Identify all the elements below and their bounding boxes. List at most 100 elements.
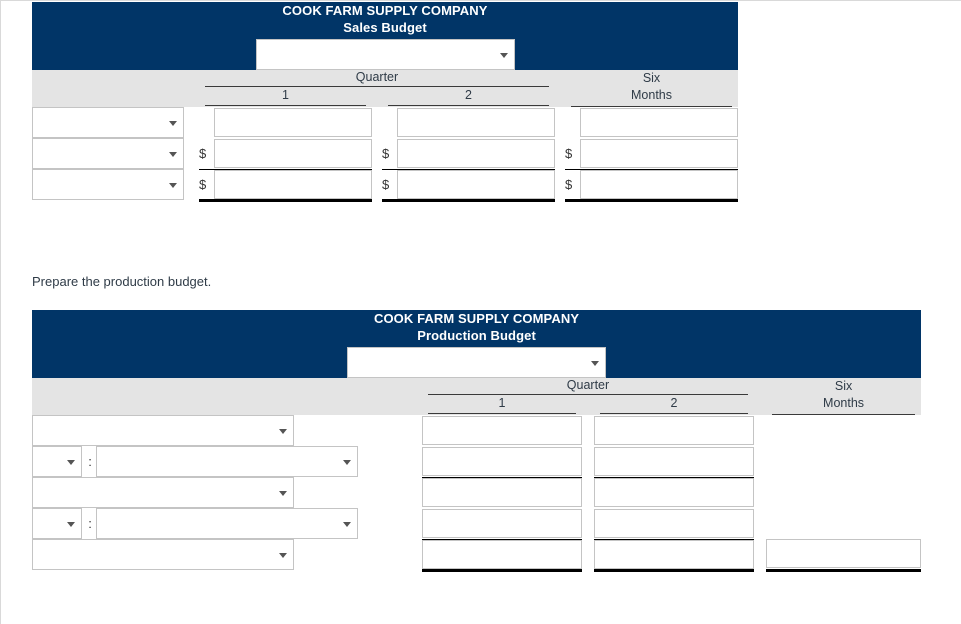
sales-period-select-wrap[interactable] <box>255 39 515 70</box>
sales-six-line2: Months <box>631 88 672 102</box>
sales-row3-q1-cell: $ <box>199 169 372 202</box>
production-row2-prefix-cell <box>32 446 84 477</box>
production-row2-label-select-wrap[interactable] <box>96 446 358 477</box>
production-row5-q2-input[interactable] <box>594 539 754 569</box>
production-row5-q2-cell <box>594 539 754 572</box>
sales-row2-six-input[interactable] <box>579 138 738 168</box>
sales-row1-q1-cell: $ <box>199 107 372 138</box>
sales-row3-label-select-wrap[interactable] <box>32 169 184 200</box>
production-row5-label-select[interactable] <box>32 539 294 570</box>
production-row5-label-cell <box>32 539 396 570</box>
production-row5-six-input[interactable] <box>766 539 922 569</box>
sales-title-row: COOK FARM SUPPLY COMPANY Sales Budget <box>32 2 738 70</box>
sales-title-bar: COOK FARM SUPPLY COMPANY Sales Budget <box>32 2 738 70</box>
sales-header-six-months: Six Months <box>565 70 738 107</box>
sales-row2-six-cell: $ <box>565 138 738 170</box>
table-row <box>32 539 922 572</box>
sales-row1-label-cell <box>32 107 189 138</box>
sales-company-name: COOK FARM SUPPLY COMPANY <box>282 3 488 18</box>
production-row1-label-select-wrap[interactable] <box>32 415 294 446</box>
production-budget-name: Production Budget <box>417 328 536 343</box>
production-row2-label-cell <box>96 446 396 477</box>
sales-row3-label-select[interactable] <box>32 169 184 200</box>
production-row3-q1-cell <box>422 477 582 508</box>
table-row: $ $ $ <box>32 107 738 138</box>
production-row4-label-select-wrap[interactable] <box>96 508 358 539</box>
production-row2-prefix-select-wrap[interactable] <box>32 446 82 477</box>
sales-row3-q1-input[interactable] <box>213 169 372 199</box>
production-row3-q2-input[interactable] <box>594 478 754 508</box>
production-row1-q1-input[interactable] <box>422 416 582 445</box>
sales-row2-q1-input[interactable] <box>213 138 372 168</box>
production-row5-q1-input[interactable] <box>422 539 582 569</box>
sales-row3-six-input[interactable] <box>579 169 738 199</box>
sales-quarter-label: Quarter <box>355 70 399 85</box>
sales-budget-name: Sales Budget <box>343 20 427 35</box>
sales-header-q2: 2 <box>382 87 555 107</box>
table-row <box>32 415 921 446</box>
instruction-text: Prepare the production budget. <box>32 274 212 289</box>
sales-row2-q1-cell: $ <box>199 138 372 170</box>
production-row3-q1-input[interactable] <box>422 478 582 508</box>
dollar-sign: $ <box>382 145 390 161</box>
production-row4-q2-input[interactable] <box>594 508 754 538</box>
sales-period-select[interactable] <box>255 39 515 70</box>
production-header-quarter: Quarter <box>422 378 754 396</box>
production-header-q1: 1 <box>422 395 582 415</box>
production-row3-label-cell <box>32 477 396 508</box>
dollar-sign: $ <box>565 145 573 161</box>
sales-row1-label-select-wrap[interactable] <box>32 107 184 138</box>
production-row2-label-select[interactable] <box>96 446 358 477</box>
sales-row3-label-cell <box>32 169 189 200</box>
production-period-select[interactable] <box>347 347 607 378</box>
sales-row1-label-select[interactable] <box>32 107 184 138</box>
sales-header-quarter: Quarter <box>199 70 555 88</box>
table-row: : <box>32 446 921 478</box>
dollar-sign: $ <box>199 176 207 192</box>
sales-row3-six-cell: $ <box>565 169 738 202</box>
sales-row1-six-cell: $ <box>565 107 738 138</box>
production-row1-label-select[interactable] <box>32 415 294 446</box>
production-title-bar: COOK FARM SUPPLY COMPANY Production Budg… <box>32 310 922 378</box>
sales-row1-six-input[interactable] <box>579 108 738 137</box>
dollar-sign: $ <box>565 176 573 192</box>
worksheet-page: COOK FARM SUPPLY COMPANY Sales Budget Qu… <box>0 0 961 624</box>
production-row5-q1-cell <box>422 539 582 572</box>
production-row2-prefix-select[interactable] <box>32 446 82 477</box>
production-row1-q2-input[interactable] <box>594 416 754 445</box>
production-row2-separator: : <box>88 454 92 469</box>
production-row2-q1-input[interactable] <box>422 446 582 476</box>
production-row2-q2-input[interactable] <box>594 446 754 476</box>
table-row: : <box>32 508 921 540</box>
sales-row2-q2-cell: $ <box>382 138 555 170</box>
production-row3-label-select[interactable] <box>32 477 294 508</box>
production-row2-q1-cell <box>422 446 582 478</box>
production-company-name: COOK FARM SUPPLY COMPANY <box>373 311 580 326</box>
production-row3-label-select-wrap[interactable] <box>32 477 294 508</box>
production-row1-q1-cell <box>422 415 582 446</box>
table-row: $ $ $ <box>32 138 738 170</box>
sales-row1-q2-input[interactable] <box>396 108 555 137</box>
production-row5-six-cell <box>766 539 922 572</box>
production-row4-q1-input[interactable] <box>422 508 582 538</box>
production-row4-prefix-select[interactable] <box>32 508 82 539</box>
sales-row2-label-select-wrap[interactable] <box>32 138 184 169</box>
sales-row3-q2-input[interactable] <box>396 169 555 199</box>
production-row5-label-select-wrap[interactable] <box>32 539 294 570</box>
production-header-group-row: Quarter Six Months <box>32 378 922 415</box>
dollar-sign: $ <box>382 176 390 192</box>
sales-row1-q1-input[interactable] <box>213 108 372 137</box>
sales-header-q1: 1 <box>199 87 372 107</box>
production-row4-label-select[interactable] <box>96 508 358 539</box>
sales-row2-label-select[interactable] <box>32 138 184 169</box>
sales-row2-q2-input[interactable] <box>396 138 555 168</box>
production-row4-prefix-select-wrap[interactable] <box>32 508 82 539</box>
production-row3-q2-cell <box>594 477 754 508</box>
production-row1-six-cell <box>766 415 921 446</box>
production-period-select-wrap[interactable] <box>347 347 607 378</box>
sales-row3-q2-cell: $ <box>382 169 555 202</box>
production-row4-six-cell <box>766 508 921 539</box>
dollar-sign: $ <box>199 145 207 161</box>
production-header-q2: 2 <box>594 395 754 415</box>
sales-q2-label: 2 <box>465 88 472 103</box>
